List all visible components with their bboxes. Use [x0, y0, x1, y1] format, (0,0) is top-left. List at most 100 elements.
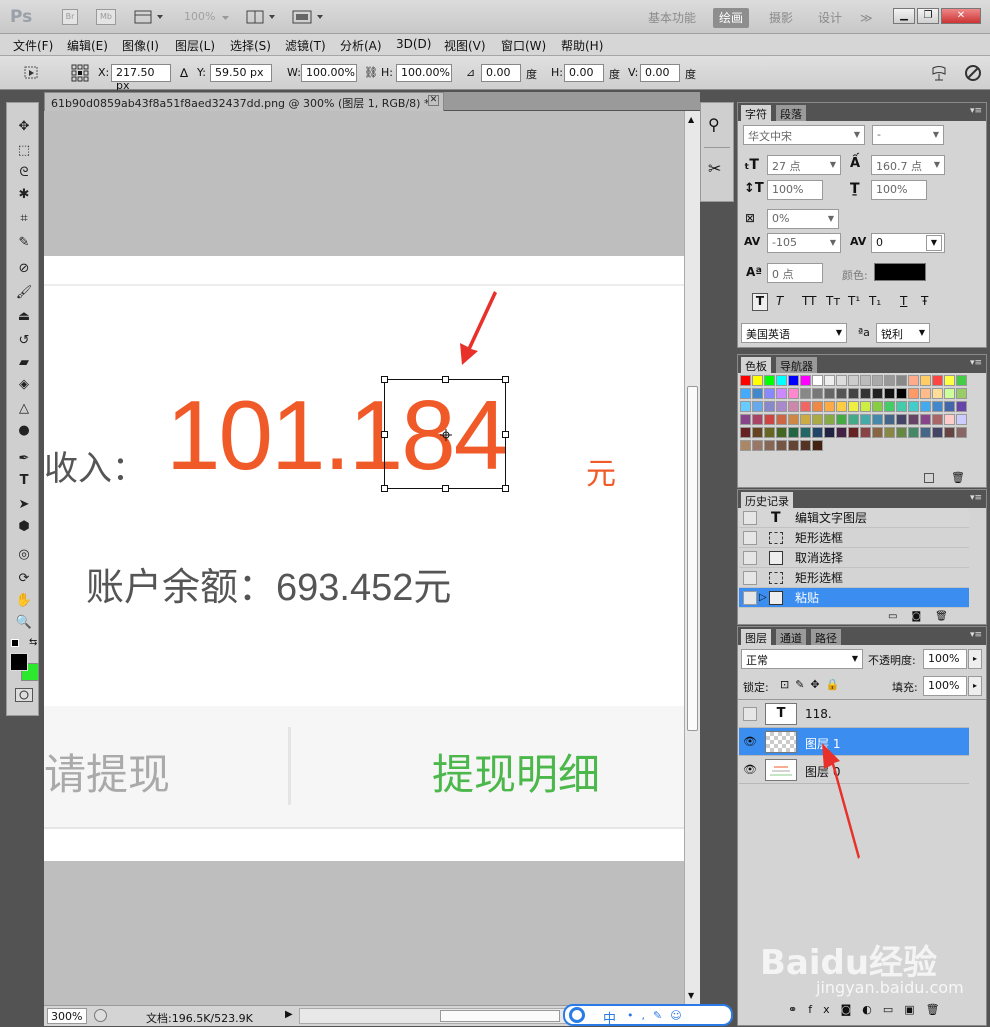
horizontal-scale-field[interactable]: 100%	[871, 180, 927, 200]
transform-handle[interactable]	[442, 485, 449, 492]
menu-image[interactable]: 图像(I)	[122, 37, 159, 54]
fill-field[interactable]: 100%	[923, 676, 967, 696]
layers-footer-icons[interactable]: ⚭fx◙◐▭▣🗑	[788, 1003, 951, 1016]
lock-icons[interactable]: ⊡✎✥🔒	[780, 678, 845, 691]
tab-channels[interactable]: 通道	[776, 629, 806, 645]
history-item-selected[interactable]: ▷ 粘贴	[739, 588, 969, 608]
color-swatch[interactable]	[752, 388, 763, 399]
color-swatch[interactable]	[872, 388, 883, 399]
color-swatch[interactable]	[836, 427, 847, 438]
color-swatch[interactable]	[752, 427, 763, 438]
vertical-scale-field[interactable]: 100%	[767, 180, 823, 200]
blur-tool-icon[interactable]: △	[14, 399, 34, 419]
color-swatch[interactable]	[776, 427, 787, 438]
foreground-color-swatch[interactable]	[10, 653, 28, 671]
paint-bucket-tool-icon[interactable]: ◈	[14, 375, 34, 395]
h-skew-field[interactable]: 0.00	[564, 64, 604, 82]
subscript-button[interactable]: T₁	[869, 294, 881, 308]
v-skew-field[interactable]: 0.00	[640, 64, 680, 82]
color-swatch[interactable]	[932, 427, 943, 438]
antialias-select[interactable]: 锐利 ▼	[876, 323, 930, 343]
color-swatch[interactable]	[776, 388, 787, 399]
layer-visibility-toggle[interactable]	[743, 707, 757, 721]
menu-analysis[interactable]: 分析(A)	[340, 37, 382, 54]
faux-italic-button[interactable]: T	[776, 294, 783, 308]
brush-preset-icon[interactable]: ⚲	[708, 115, 728, 139]
color-swatch[interactable]	[956, 427, 967, 438]
color-swatch[interactable]	[908, 401, 919, 412]
color-swatch[interactable]	[788, 375, 799, 386]
color-swatch[interactable]	[908, 388, 919, 399]
menu-file[interactable]: 文件(F)	[13, 37, 53, 54]
quick-mask-icon[interactable]	[15, 688, 33, 702]
dodge-tool-icon[interactable]: ●	[14, 421, 34, 441]
color-swatch[interactable]	[812, 375, 823, 386]
scroll-up-icon[interactable]: ▲	[688, 115, 694, 124]
color-swatch[interactable]	[860, 414, 871, 425]
color-swatch[interactable]	[776, 440, 787, 451]
eyedropper-tool-icon[interactable]: ✎	[14, 233, 34, 253]
color-swatch[interactable]	[908, 414, 919, 425]
transform-handle[interactable]	[381, 431, 388, 438]
default-colors-icon[interactable]	[11, 639, 19, 647]
color-swatch[interactable]	[860, 375, 871, 386]
color-swatch[interactable]	[920, 375, 931, 386]
color-swatch[interactable]	[872, 427, 883, 438]
transform-handle[interactable]	[502, 431, 509, 438]
color-swatch[interactable]	[932, 375, 943, 386]
history-snapshot-checkbox[interactable]	[743, 591, 757, 605]
quick-select-tool-icon[interactable]: ✱	[14, 185, 34, 205]
color-swatch[interactable]	[884, 388, 895, 399]
lasso-tool-icon[interactable]: ᘓ	[14, 163, 34, 183]
layer-row[interactable]: T 118.	[739, 700, 969, 728]
history-item[interactable]: 矩形选框	[739, 528, 969, 548]
width-scale-field[interactable]: 100.00%	[301, 64, 357, 82]
tab-layers[interactable]: 图层	[741, 629, 771, 645]
font-size-field[interactable]: 27 点 ▼	[767, 155, 841, 175]
screen-mode-icon[interactable]	[292, 9, 328, 25]
color-swatch[interactable]	[740, 388, 751, 399]
color-swatch[interactable]	[908, 375, 919, 386]
marquee-tool-icon[interactable]: ⬚	[14, 141, 34, 161]
delete-swatch-icon[interactable]: 🗑	[951, 471, 965, 484]
color-swatch[interactable]	[764, 414, 775, 425]
color-swatch[interactable]	[932, 388, 943, 399]
font-style-select[interactable]: - ▼	[872, 125, 944, 145]
transform-handle[interactable]	[502, 485, 509, 492]
color-swatch[interactable]	[800, 401, 811, 412]
history-snapshot-checkbox[interactable]	[743, 551, 757, 565]
history-brush-tool-icon[interactable]: ↺	[14, 331, 34, 351]
color-swatch[interactable]	[788, 440, 799, 451]
mini-bridge-button[interactable]: Mb	[96, 9, 116, 25]
color-swatch[interactable]	[860, 427, 871, 438]
color-swatch[interactable]	[920, 427, 931, 438]
new-swatch-icon[interactable]	[924, 473, 934, 483]
hand-tool-icon[interactable]: ✋	[14, 591, 34, 611]
color-swatch[interactable]	[956, 401, 967, 412]
font-family-select[interactable]: 华文中宋 ▼	[743, 125, 865, 145]
tab-character[interactable]: 字符	[741, 105, 771, 121]
color-swatch[interactable]	[824, 388, 835, 399]
color-swatch[interactable]	[920, 401, 931, 412]
color-swatch[interactable]	[956, 414, 967, 425]
color-swatch[interactable]	[872, 414, 883, 425]
opacity-field[interactable]: 100%	[923, 649, 967, 669]
color-swatch[interactable]	[740, 375, 751, 386]
menu-3d[interactable]: 3D(D)	[396, 37, 431, 51]
close-button[interactable]: ✕	[941, 8, 981, 24]
zoom-tool-icon[interactable]: 🔍	[14, 613, 34, 633]
ime-toolbar[interactable]: 中 •,✎☺	[563, 1004, 733, 1027]
menu-view[interactable]: 视图(V)	[444, 37, 486, 54]
color-swatch[interactable]	[836, 388, 847, 399]
color-swatch[interactable]	[800, 388, 811, 399]
menu-edit[interactable]: 编辑(E)	[67, 37, 108, 54]
move-tool-preset-icon[interactable]	[22, 64, 42, 82]
history-snapshot-checkbox[interactable]	[743, 531, 757, 545]
ime-tool-icons[interactable]: •,✎☺	[627, 1009, 690, 1022]
history-item[interactable]: T 编辑文字图层	[739, 508, 969, 528]
healing-brush-tool-icon[interactable]: ⊘	[14, 259, 34, 279]
color-swatch[interactable]	[884, 401, 895, 412]
color-swatch[interactable]	[848, 401, 859, 412]
extras-menu-icon[interactable]	[134, 9, 168, 25]
color-swatch[interactable]	[776, 375, 787, 386]
